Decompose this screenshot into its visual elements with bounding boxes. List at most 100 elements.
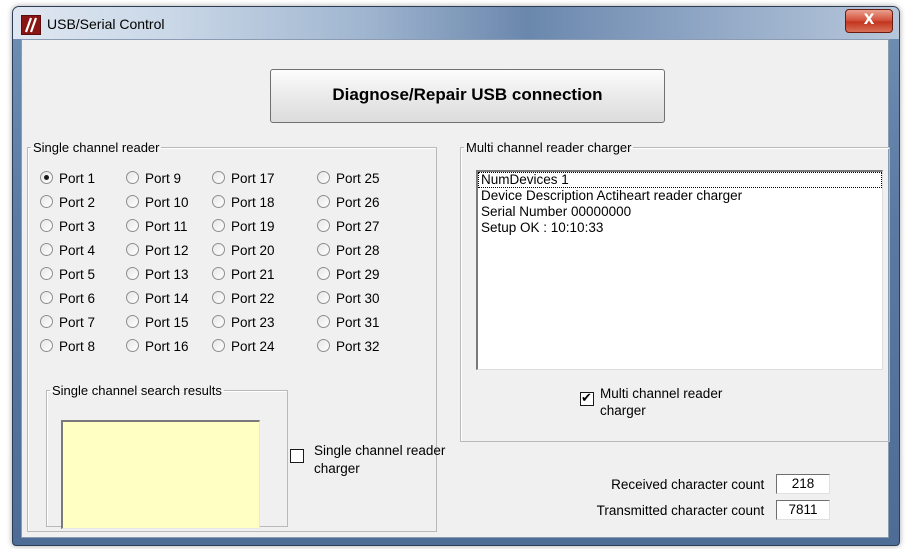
port-radio-option[interactable]: Port 8 bbox=[40, 339, 95, 359]
port-radio-button[interactable] bbox=[212, 243, 225, 256]
received-count-value: 218 bbox=[776, 474, 830, 494]
port-radio-button[interactable] bbox=[212, 171, 225, 184]
port-radio-button[interactable] bbox=[126, 339, 139, 352]
port-radio-button[interactable] bbox=[317, 171, 330, 184]
port-radio-button[interactable] bbox=[126, 171, 139, 184]
port-radio-option[interactable]: Port 22 bbox=[212, 291, 275, 311]
port-radio-button[interactable] bbox=[40, 315, 53, 328]
port-radio-option[interactable]: Port 10 bbox=[126, 195, 189, 215]
transmitted-count-row: Transmitted character count 7811 bbox=[597, 500, 830, 522]
port-radio-button[interactable] bbox=[40, 171, 53, 184]
port-radio-option[interactable]: Port 13 bbox=[126, 267, 189, 287]
port-radio-button[interactable] bbox=[40, 291, 53, 304]
port-radio-option[interactable]: Port 29 bbox=[317, 267, 380, 287]
search-results-box[interactable] bbox=[61, 420, 260, 529]
port-radio-button[interactable] bbox=[317, 339, 330, 352]
usb-serial-window: USB/Serial Control X Diagnose/Repair USB… bbox=[12, 6, 900, 546]
list-item[interactable]: Serial Number 00000000 bbox=[478, 204, 882, 220]
list-item[interactable]: Device Description Actiheart reader char… bbox=[478, 188, 882, 204]
port-radio-label: Port 1 bbox=[59, 171, 96, 186]
single-channel-charger-checkbox[interactable] bbox=[290, 449, 304, 463]
port-radio-button[interactable] bbox=[212, 315, 225, 328]
multi-channel-charger-checkbox[interactable] bbox=[580, 390, 594, 407]
port-radio-option[interactable]: Port 2 bbox=[40, 195, 95, 215]
port-radio-button[interactable] bbox=[126, 195, 139, 208]
close-icon: X bbox=[863, 12, 875, 28]
port-radio-option[interactable]: Port 3 bbox=[40, 219, 95, 239]
port-radio-button[interactable] bbox=[126, 267, 139, 280]
port-radio-button[interactable] bbox=[40, 243, 53, 256]
list-item[interactable]: Setup OK : 10:10:33 bbox=[478, 220, 882, 236]
transmitted-count-value: 7811 bbox=[776, 500, 830, 520]
multi-channel-device-list[interactable]: NumDevices 1 Device Description Actihear… bbox=[476, 170, 883, 370]
port-radio-label: Port 4 bbox=[59, 243, 96, 258]
port-radio-label: Port 5 bbox=[59, 267, 96, 282]
port-radio-button[interactable] bbox=[126, 243, 139, 256]
multi-channel-reader-legend: Multi channel reader charger bbox=[466, 140, 632, 155]
port-radio-option[interactable]: Port 32 bbox=[317, 339, 380, 359]
single-channel-search-results-group: Single channel search results bbox=[46, 383, 288, 529]
port-radio-label: Port 28 bbox=[336, 243, 380, 258]
multi-channel-charger-label: Multi channel reader charger bbox=[600, 386, 723, 418]
port-radio-button[interactable] bbox=[212, 195, 225, 208]
port-radio-option[interactable]: Port 24 bbox=[212, 339, 275, 359]
port-radio-label: Port 32 bbox=[336, 339, 380, 354]
port-radio-button[interactable] bbox=[126, 291, 139, 304]
transmitted-count-label: Transmitted character count bbox=[596, 502, 765, 518]
port-radio-label: Port 13 bbox=[145, 267, 189, 282]
port-radio-label: Port 16 bbox=[145, 339, 189, 354]
port-radio-label: Port 9 bbox=[145, 171, 182, 186]
port-radio-option[interactable]: Port 20 bbox=[212, 243, 275, 263]
port-radio-option[interactable]: Port 21 bbox=[212, 267, 275, 287]
port-radio-label: Port 20 bbox=[231, 243, 275, 258]
port-radio-label: Port 23 bbox=[231, 315, 275, 330]
port-radio-option[interactable]: Port 7 bbox=[40, 315, 95, 335]
port-radio-label: Port 24 bbox=[231, 339, 275, 354]
port-radio-option[interactable]: Port 31 bbox=[317, 315, 380, 335]
port-radio-option[interactable]: Port 6 bbox=[40, 291, 95, 311]
port-radio-button[interactable] bbox=[317, 291, 330, 304]
port-radio-button[interactable] bbox=[317, 195, 330, 208]
list-item[interactable]: NumDevices 1 bbox=[478, 172, 882, 188]
port-radio-option[interactable]: Port 5 bbox=[40, 267, 95, 287]
port-radio-option[interactable]: Port 12 bbox=[126, 243, 189, 263]
close-button[interactable]: X bbox=[845, 9, 893, 33]
port-radio-option[interactable]: Port 11 bbox=[126, 219, 188, 239]
title-bar[interactable]: USB/Serial Control X bbox=[13, 7, 899, 39]
port-radio-option[interactable]: Port 28 bbox=[317, 243, 380, 263]
port-radio-option[interactable]: Port 30 bbox=[317, 291, 380, 311]
port-radio-button[interactable] bbox=[126, 315, 139, 328]
port-radio-button[interactable] bbox=[212, 219, 225, 232]
port-radio-button[interactable] bbox=[212, 267, 225, 280]
port-radio-button[interactable] bbox=[126, 219, 139, 232]
port-radio-label: Port 15 bbox=[145, 315, 189, 330]
port-radio-option[interactable]: Port 9 bbox=[126, 171, 181, 191]
port-radio-option[interactable]: Port 17 bbox=[212, 171, 275, 191]
port-radio-button[interactable] bbox=[317, 267, 330, 280]
port-radio-option[interactable]: Port 25 bbox=[317, 171, 380, 191]
port-radio-button[interactable] bbox=[317, 243, 330, 256]
port-radio-option[interactable]: Port 23 bbox=[212, 315, 275, 335]
port-radio-label: Port 30 bbox=[336, 291, 380, 306]
port-radio-button[interactable] bbox=[40, 339, 53, 352]
port-radio-button[interactable] bbox=[317, 315, 330, 328]
port-radio-option[interactable]: Port 15 bbox=[126, 315, 189, 335]
port-radio-option[interactable]: Port 4 bbox=[40, 243, 95, 263]
port-radio-option[interactable]: Port 16 bbox=[126, 339, 189, 359]
port-radio-button[interactable] bbox=[40, 267, 53, 280]
port-radio-option[interactable]: Port 14 bbox=[126, 291, 189, 311]
port-radio-button[interactable] bbox=[40, 219, 53, 232]
port-radio-label: Port 3 bbox=[59, 219, 96, 234]
port-radio-button[interactable] bbox=[212, 339, 225, 352]
port-radio-option[interactable]: Port 18 bbox=[212, 195, 275, 215]
port-radio-option[interactable]: Port 27 bbox=[317, 219, 380, 239]
port-radio-label: Port 8 bbox=[59, 339, 96, 354]
diagnose-repair-usb-button[interactable]: Diagnose/Repair USB connection bbox=[270, 69, 665, 123]
port-radio-button[interactable] bbox=[212, 291, 225, 304]
port-radio-button[interactable] bbox=[317, 219, 330, 232]
port-radio-option[interactable]: Port 26 bbox=[317, 195, 380, 215]
port-radio-option[interactable]: Port 1 bbox=[40, 171, 95, 191]
single-channel-reader-legend: Single channel reader bbox=[33, 140, 160, 155]
port-radio-option[interactable]: Port 19 bbox=[212, 219, 275, 239]
port-radio-button[interactable] bbox=[40, 195, 53, 208]
